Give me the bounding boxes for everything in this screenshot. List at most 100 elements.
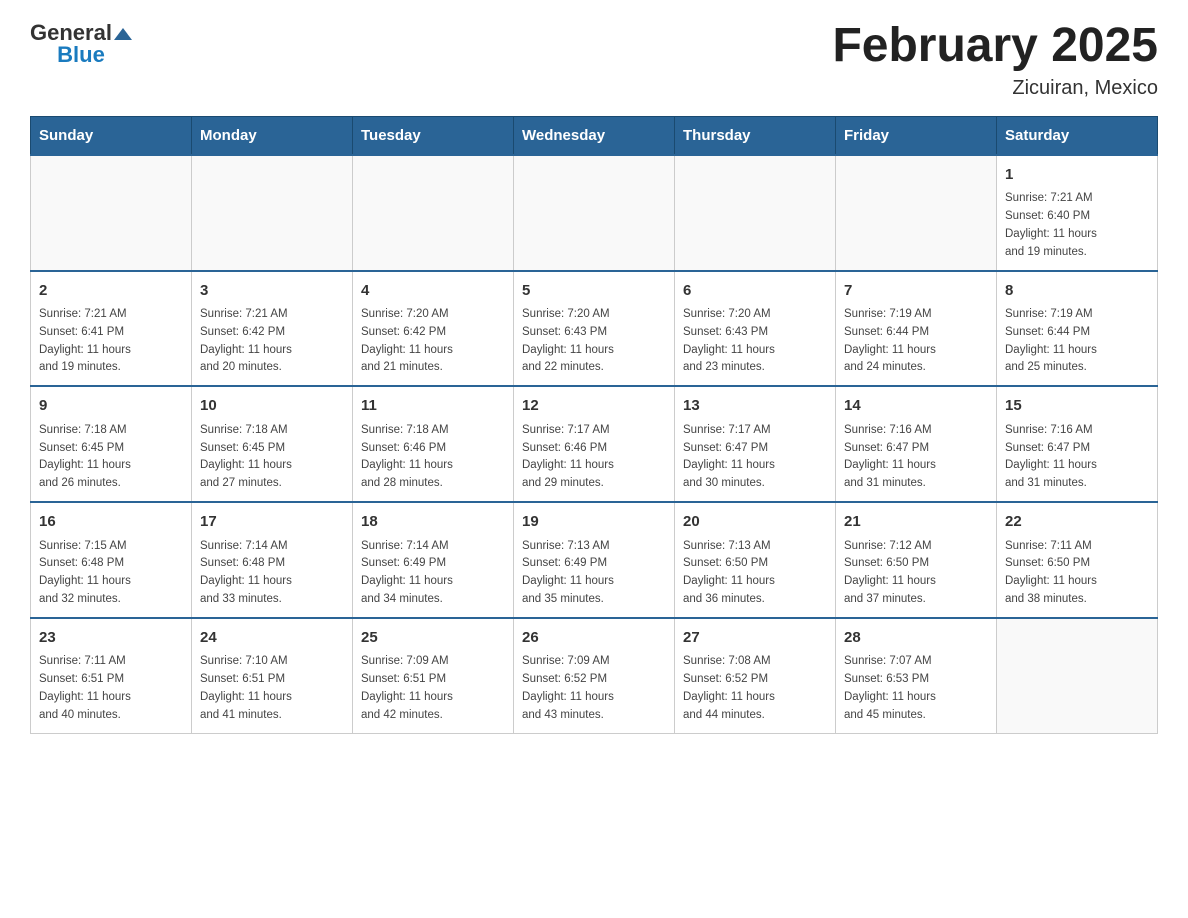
- header-monday: Monday: [192, 116, 353, 155]
- calendar-cell: [192, 155, 353, 271]
- day-number: 23: [39, 627, 183, 650]
- day-number: 17: [200, 511, 344, 534]
- day-info: Sunrise: 7:15 AMSunset: 6:48 PMDaylight:…: [39, 538, 183, 609]
- calendar-cell: 18 Sunrise: 7:14 AMSunset: 6:49 PMDayligh…: [353, 502, 514, 618]
- day-info: Sunrise: 7:09 AMSunset: 6:52 PMDaylight:…: [522, 653, 666, 724]
- day-number: 18: [361, 511, 505, 534]
- calendar-week-row: 16 Sunrise: 7:15 AMSunset: 6:48 PMDayligh…: [31, 502, 1158, 618]
- calendar-cell: 9Sunrise: 7:18 AMSunset: 6:45 PMDaylight…: [31, 386, 192, 502]
- calendar-cell: [353, 155, 514, 271]
- day-number: 25: [361, 627, 505, 650]
- logo-icon: General Blue: [30, 20, 132, 68]
- location-title: Zicuiran, Mexico: [832, 77, 1158, 100]
- day-info: Sunrise: 7:16 AMSunset: 6:47 PMDaylight:…: [844, 422, 988, 493]
- day-number: 11: [361, 395, 505, 418]
- day-info: Sunrise: 7:12 AMSunset: 6:50 PMDaylight:…: [844, 538, 988, 609]
- day-number: 20: [683, 511, 827, 534]
- day-number: 14: [844, 395, 988, 418]
- header-saturday: Saturday: [997, 116, 1158, 155]
- day-info: Sunrise: 7:19 AMSunset: 6:44 PMDaylight:…: [844, 306, 988, 377]
- day-info: Sunrise: 7:18 AMSunset: 6:45 PMDaylight:…: [200, 422, 344, 493]
- calendar-cell: 3 Sunrise: 7:21 AMSunset: 6:42 PMDaylight…: [192, 271, 353, 387]
- day-info: Sunrise: 7:19 AMSunset: 6:44 PMDaylight:…: [1005, 306, 1149, 377]
- day-number: 2: [39, 280, 183, 303]
- day-info: Sunrise: 7:08 AMSunset: 6:52 PMDaylight:…: [683, 653, 827, 724]
- calendar-cell: 10 Sunrise: 7:18 AMSunset: 6:45 PMDayligh…: [192, 386, 353, 502]
- day-info: Sunrise: 7:21 AMSunset: 6:41 PMDaylight:…: [39, 306, 183, 377]
- day-info: Sunrise: 7:13 AMSunset: 6:50 PMDaylight:…: [683, 538, 827, 609]
- calendar-cell: 27 Sunrise: 7:08 AMSunset: 6:52 PMDayligh…: [675, 618, 836, 733]
- calendar-cell: 7 Sunrise: 7:19 AMSunset: 6:44 PMDaylight…: [836, 271, 997, 387]
- day-info: Sunrise: 7:18 AMSunset: 6:46 PMDaylight:…: [361, 422, 505, 493]
- calendar-cell: 20 Sunrise: 7:13 AMSunset: 6:50 PMDayligh…: [675, 502, 836, 618]
- calendar-week-row: 9 Sunrise: 7:18 AMSunset: 6:45 PMDaylight…: [31, 386, 1158, 502]
- day-info: Sunrise: 7:14 AMSunset: 6:49 PMDaylight:…: [361, 538, 505, 609]
- day-number: 24: [200, 627, 344, 650]
- calendar-cell: 24Sunrise: 7:10 AMSunset: 6:51 PMDayligh…: [192, 618, 353, 733]
- day-number: 15: [1005, 395, 1149, 418]
- day-info: Sunrise: 7:13 AMSunset: 6:49 PMDaylight:…: [522, 538, 666, 609]
- calendar-week-row: 2 Sunrise: 7:21 AMSunset: 6:41 PMDaylight…: [31, 271, 1158, 387]
- day-number: 19: [522, 511, 666, 534]
- day-info: Sunrise: 7:21 AMSunset: 6:40 PMDaylight:…: [1005, 190, 1149, 261]
- day-number: 26: [522, 627, 666, 650]
- day-number: 6: [683, 280, 827, 303]
- calendar-cell: 19 Sunrise: 7:13 AMSunset: 6:49 PMDayligh…: [514, 502, 675, 618]
- day-number: 16: [39, 511, 183, 534]
- month-title: February 2025: [832, 20, 1158, 73]
- calendar-cell: 5 Sunrise: 7:20 AMSunset: 6:43 PMDaylight…: [514, 271, 675, 387]
- calendar-cell: 17 Sunrise: 7:14 AMSunset: 6:48 PMDayligh…: [192, 502, 353, 618]
- day-info: Sunrise: 7:20 AMSunset: 6:43 PMDaylight:…: [683, 306, 827, 377]
- calendar-cell: [675, 155, 836, 271]
- day-number: 28: [844, 627, 988, 650]
- day-info: Sunrise: 7:16 AMSunset: 6:47 PMDaylight:…: [1005, 422, 1149, 493]
- day-number: 5: [522, 280, 666, 303]
- day-number: 1: [1005, 164, 1149, 187]
- calendar-cell: 2 Sunrise: 7:21 AMSunset: 6:41 PMDaylight…: [31, 271, 192, 387]
- calendar-cell: [836, 155, 997, 271]
- calendar-cell: 26 Sunrise: 7:09 AMSunset: 6:52 PMDayligh…: [514, 618, 675, 733]
- calendar-cell: 14 Sunrise: 7:16 AMSunset: 6:47 PMDayligh…: [836, 386, 997, 502]
- day-info: Sunrise: 7:20 AMSunset: 6:43 PMDaylight:…: [522, 306, 666, 377]
- day-info: Sunrise: 7:07 AMSunset: 6:53 PMDaylight:…: [844, 653, 988, 724]
- calendar-table: SundayMondayTuesdayWednesdayThursdayFrid…: [30, 116, 1158, 734]
- logo-blue-text: Blue: [57, 42, 105, 68]
- header-friday: Friday: [836, 116, 997, 155]
- calendar-cell: [31, 155, 192, 271]
- calendar-cell: [997, 618, 1158, 733]
- calendar-week-row: 1 Sunrise: 7:21 AMSunset: 6:40 PMDaylight…: [31, 155, 1158, 271]
- header-wednesday: Wednesday: [514, 116, 675, 155]
- day-number: 10: [200, 395, 344, 418]
- calendar-cell: 25Sunrise: 7:09 AMSunset: 6:51 PMDayligh…: [353, 618, 514, 733]
- day-number: 12: [522, 395, 666, 418]
- calendar-cell: 16 Sunrise: 7:15 AMSunset: 6:48 PMDayligh…: [31, 502, 192, 618]
- day-number: 27: [683, 627, 827, 650]
- calendar-cell: 13 Sunrise: 7:17 AMSunset: 6:47 PMDayligh…: [675, 386, 836, 502]
- day-info: Sunrise: 7:14 AMSunset: 6:48 PMDaylight:…: [200, 538, 344, 609]
- logo: General Blue: [30, 20, 132, 68]
- day-info: Sunrise: 7:17 AMSunset: 6:47 PMDaylight:…: [683, 422, 827, 493]
- day-number: 13: [683, 395, 827, 418]
- calendar-cell: [514, 155, 675, 271]
- day-number: 7: [844, 280, 988, 303]
- calendar-cell: 8 Sunrise: 7:19 AMSunset: 6:44 PMDaylight…: [997, 271, 1158, 387]
- day-number: 8: [1005, 280, 1149, 303]
- calendar-header-row: SundayMondayTuesdayWednesdayThursdayFrid…: [31, 116, 1158, 155]
- day-number: 22: [1005, 511, 1149, 534]
- day-number: 9: [39, 395, 183, 418]
- day-info: Sunrise: 7:11 AMSunset: 6:50 PMDaylight:…: [1005, 538, 1149, 609]
- calendar-cell: 28 Sunrise: 7:07 AMSunset: 6:53 PMDayligh…: [836, 618, 997, 733]
- day-info: Sunrise: 7:21 AMSunset: 6:42 PMDaylight:…: [200, 306, 344, 377]
- calendar-cell: 21 Sunrise: 7:12 AMSunset: 6:50 PMDayligh…: [836, 502, 997, 618]
- day-info: Sunrise: 7:11 AMSunset: 6:51 PMDaylight:…: [39, 653, 183, 724]
- day-number: 3: [200, 280, 344, 303]
- calendar-cell: 23 Sunrise: 7:11 AMSunset: 6:51 PMDayligh…: [31, 618, 192, 733]
- calendar-cell: 4Sunrise: 7:20 AMSunset: 6:42 PMDaylight…: [353, 271, 514, 387]
- day-number: 21: [844, 511, 988, 534]
- calendar-cell: 6 Sunrise: 7:20 AMSunset: 6:43 PMDaylight…: [675, 271, 836, 387]
- header-tuesday: Tuesday: [353, 116, 514, 155]
- calendar-cell: 15 Sunrise: 7:16 AMSunset: 6:47 PMDayligh…: [997, 386, 1158, 502]
- title-area: February 2025 Zicuiran, Mexico: [832, 20, 1158, 100]
- day-info: Sunrise: 7:20 AMSunset: 6:42 PMDaylight:…: [361, 306, 505, 377]
- header-sunday: Sunday: [31, 116, 192, 155]
